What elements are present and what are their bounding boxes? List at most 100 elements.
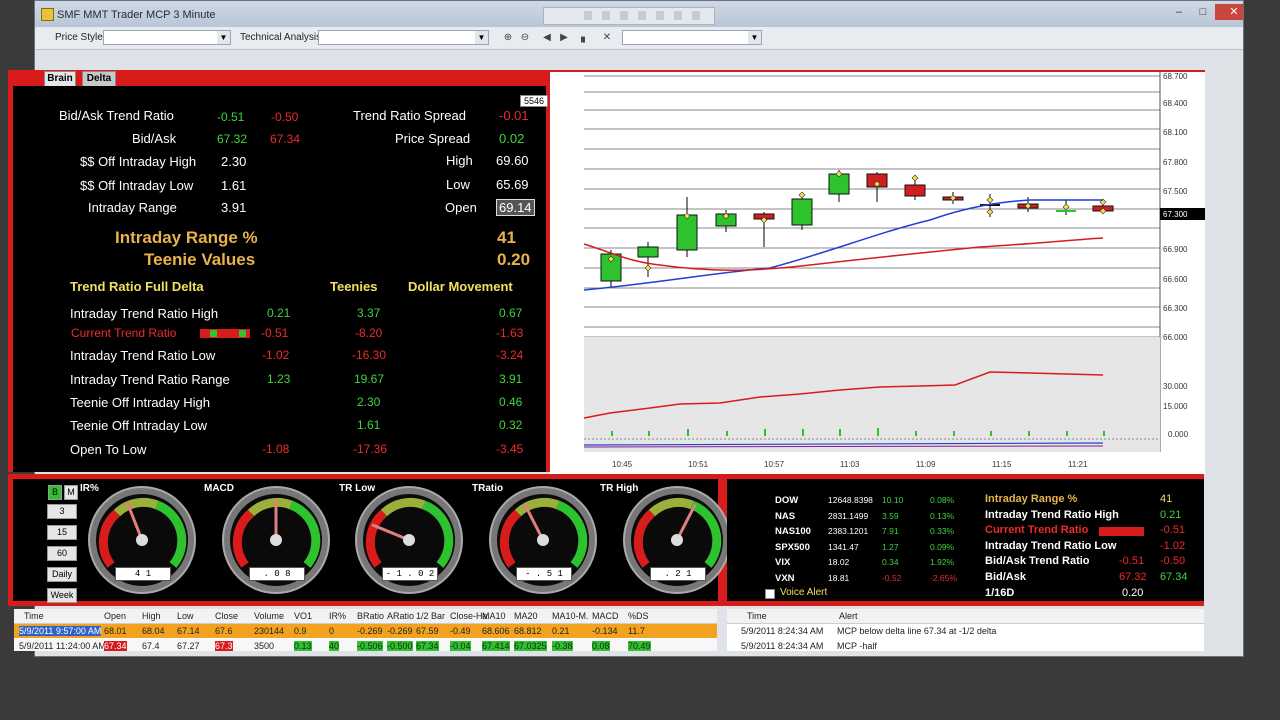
delta-row-dollar: -3.24 xyxy=(496,348,524,362)
index-price: 1341.47 xyxy=(828,541,859,552)
price-chart[interactable]: 68.700 68.400 68.100 67.800 67.500 67.30… xyxy=(550,70,1205,474)
chart-type-icon[interactable]: ▖ xyxy=(578,31,592,45)
grid-column-header[interactable]: Volume xyxy=(254,611,284,621)
summary-label: Intraday Trend Ratio Low xyxy=(985,539,1117,552)
market-panel: DOW 12648.8398 10.10 0.08% NAS 2831.1499 3.59 0… xyxy=(727,479,1204,601)
tab-delta[interactable]: Delta xyxy=(82,71,116,87)
gauge-readout: - . 5 1 xyxy=(516,567,572,581)
bar-data-grid[interactable]: Time Open High Low Close Volume VO1 IR% BRatio AR… xyxy=(14,609,717,651)
grid-cell: -0.04 xyxy=(450,641,471,651)
delta-row-label: Teenie Off Intraday High xyxy=(70,395,210,410)
grid-cell: 67.6 xyxy=(215,626,233,636)
scroll-left-icon[interactable]: ◀ xyxy=(540,31,554,45)
gauge-readout: 4 1 xyxy=(115,567,171,581)
grid-column-header[interactable]: Time xyxy=(24,611,44,621)
dollar-header: Dollar Movement xyxy=(408,279,513,294)
bar-mode-button[interactable]: B xyxy=(48,485,62,500)
zoom-out-icon[interactable]: ⊖ xyxy=(518,31,532,45)
grid-column-header[interactable]: VO1 xyxy=(294,611,312,621)
bidask-v2: 67.34 xyxy=(270,132,301,146)
delta-row-label: Teenie Off Intraday Low xyxy=(70,418,208,433)
grid-cell: 0.08 xyxy=(592,641,610,651)
voice-alert-checkbox[interactable] xyxy=(765,589,775,599)
index-chg: -0.52 xyxy=(882,573,902,583)
delta-row-label: Current Trend Ratio xyxy=(71,326,177,340)
summary-value-2: -0.50 xyxy=(1160,555,1186,568)
interval-3-button[interactable]: 3 xyxy=(47,504,77,519)
cancel-icon[interactable]: ✕ xyxy=(600,31,614,45)
delta-row-teenies: 3.37 xyxy=(357,306,381,320)
table-row[interactable]: 5/9/2011 11:24:00 AM 67.34 67.4 67.27 67.3 35… xyxy=(14,639,717,651)
grid-cell: -0.269 xyxy=(357,626,383,636)
delta-row-trend: 0.21 xyxy=(267,306,291,320)
alert-time: 5/9/2011 8:24:34 AM xyxy=(741,641,824,651)
delta-row-trend: -1.02 xyxy=(262,348,290,362)
bidask-trend-label: Bid/Ask Trend Ratio xyxy=(59,108,174,123)
trend-indicator-bar xyxy=(200,329,250,338)
grid-column-header[interactable]: High xyxy=(142,611,161,621)
grid-column-header[interactable]: Open xyxy=(104,611,126,621)
grid-cell: -0.269 xyxy=(387,626,413,636)
interval-15-button[interactable]: 15 xyxy=(47,525,77,540)
taskbar-preview xyxy=(543,7,715,25)
minimize-button[interactable]: – xyxy=(1167,4,1191,20)
zoom-in-icon[interactable]: ⊕ xyxy=(501,31,515,45)
x-tick: 10:51 xyxy=(688,460,709,469)
alert-col-time: Time xyxy=(747,611,767,621)
grid-cell: -0.134 xyxy=(592,626,618,636)
index-pct: 1.92% xyxy=(930,557,955,568)
grid-column-header[interactable]: Close xyxy=(215,611,238,621)
summary-label: Bid/Ask xyxy=(985,571,1026,583)
technical-analysis-dropdown[interactable]: ▼ xyxy=(318,30,489,45)
grid-column-header[interactable]: MA10 xyxy=(482,611,506,621)
grid-column-header[interactable]: MACD xyxy=(592,611,619,621)
delta-row-teenies: -16.30 xyxy=(352,348,387,362)
grid-cell: 0.21 xyxy=(552,626,570,636)
price-style-dropdown[interactable]: ▼ xyxy=(103,30,231,45)
delta-row-teenies: -8.20 xyxy=(355,326,383,340)
indicator-pane xyxy=(584,337,1160,452)
x-tick: 11:03 xyxy=(840,460,860,469)
grid-column-header[interactable]: %DS xyxy=(628,611,649,621)
lower-tick: 30.000 xyxy=(1163,382,1188,391)
delta-row-dollar: -1.63 xyxy=(496,326,524,340)
scroll-right-icon[interactable]: ▶ xyxy=(557,31,571,45)
delta-row-dollar: 0.67 xyxy=(499,306,523,320)
grid-column-header[interactable]: 1/2 Bar xyxy=(416,611,445,621)
grid-column-header[interactable]: BRatio xyxy=(357,611,384,621)
index-chg: 3.59 xyxy=(882,510,899,521)
current-price-label: 67.300 xyxy=(1163,210,1188,219)
teenie-label: Teenie Values xyxy=(144,250,256,269)
interval-daily-button[interactable]: Daily xyxy=(47,567,77,582)
table-row[interactable]: 5/9/2011 8:24:34 AM MCP -half xyxy=(727,639,1204,651)
price-style-label: Price Style xyxy=(55,32,103,43)
min-mode-button[interactable]: M xyxy=(64,485,78,500)
bidask-trend-v1: -0.51 xyxy=(217,110,245,124)
delta-row-label: Intraday Trend Ratio Range xyxy=(70,372,230,387)
grid-cell: 67.34 xyxy=(416,641,439,651)
alert-text: MCP below delta line 67.34 at -1/2 delta xyxy=(837,626,997,636)
grid-column-header[interactable]: ARatio xyxy=(387,611,414,621)
trend-header: Trend Ratio Full Delta xyxy=(70,279,204,294)
tab-brain[interactable]: Brain xyxy=(44,71,76,87)
delta-row-dollar: 0.46 xyxy=(499,395,523,409)
table-row[interactable]: 5/9/2011 9:57:00 AM 68.01 68.04 67.14 67.6 23… xyxy=(14,624,717,638)
table-row[interactable]: 5/9/2011 8:24:34 AM MCP below delta line… xyxy=(727,624,1204,638)
grid-column-header[interactable]: Low xyxy=(177,611,194,621)
grid-column-header[interactable]: MA20 xyxy=(514,611,538,621)
alert-grid[interactable]: Time Alert 5/9/2011 8:24:34 AM MCP below… xyxy=(727,609,1204,651)
alert-time: 5/9/2011 8:24:34 AM xyxy=(741,626,824,636)
gauge-readout: . 2 1 xyxy=(650,567,706,581)
summary-value-1: 67.32 xyxy=(1119,571,1147,583)
interval-week-button[interactable]: Week xyxy=(47,588,77,603)
toolbar: Price Style ▼ Technical Analysis ▼ ⊕ ⊖ ◀… xyxy=(35,27,1243,50)
grid-column-header[interactable]: MA10-M. xyxy=(552,611,589,621)
maximize-button[interactable]: □ xyxy=(1191,4,1215,20)
interval-60-button[interactable]: 60 xyxy=(47,546,77,561)
close-button[interactable]: ✕ xyxy=(1215,4,1243,20)
study-dropdown[interactable]: ▼ xyxy=(622,30,762,45)
grid-cell: -0.506 xyxy=(357,641,383,651)
chart-svg xyxy=(583,72,1205,452)
grid-cell: 68.606 xyxy=(482,626,510,636)
grid-column-header[interactable]: IR% xyxy=(329,611,346,621)
